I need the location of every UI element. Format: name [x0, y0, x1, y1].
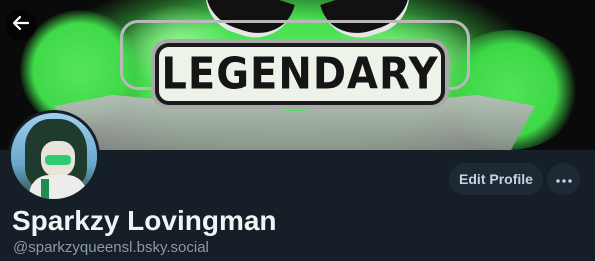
- user-handle: @sparkzyqueensl.bsky.social: [13, 239, 209, 256]
- avatar-mask: [45, 155, 71, 165]
- back-button[interactable]: [5, 9, 37, 41]
- banner-nameplate: LEGENDARY: [155, 43, 445, 105]
- arrow-left-icon: [12, 14, 30, 37]
- display-name: Sparkzy Lovingman: [12, 205, 277, 236]
- avatar-stripe: [41, 179, 49, 199]
- avatar[interactable]: [8, 110, 100, 202]
- ellipsis-icon: [555, 170, 572, 188]
- avatar-body: [29, 175, 87, 199]
- edit-profile-button[interactable]: Edit Profile: [449, 163, 543, 195]
- more-options-button[interactable]: [547, 163, 580, 195]
- banner-title: LEGENDARY: [161, 48, 439, 100]
